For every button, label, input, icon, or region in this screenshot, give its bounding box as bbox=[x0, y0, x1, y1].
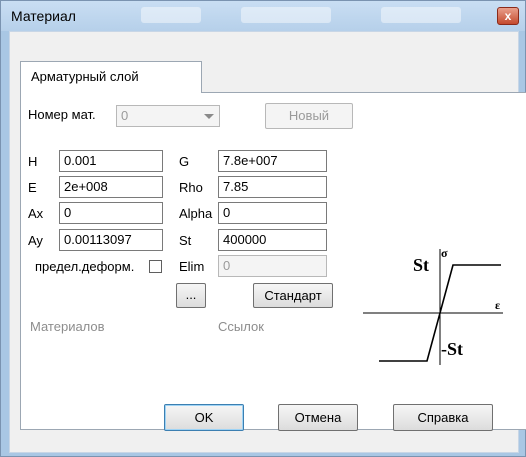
h-field[interactable]: 0.001 bbox=[59, 150, 163, 172]
sigma-label: σ bbox=[441, 246, 448, 260]
material-number-value: 0 bbox=[121, 108, 129, 123]
cancel-button[interactable]: Отмена bbox=[278, 404, 358, 431]
title-bar[interactable]: Материал x bbox=[1, 1, 525, 31]
material-number-select[interactable]: 0 bbox=[116, 105, 220, 127]
ax-field[interactable]: 0 bbox=[59, 202, 163, 224]
tab-label: Арматурный слой bbox=[31, 69, 139, 84]
background-blur bbox=[141, 7, 201, 23]
st-bottom-label: -St bbox=[441, 339, 463, 359]
tab-reinforcement-layer[interactable]: Арматурный слой bbox=[20, 61, 202, 93]
ay-field[interactable]: 0.00113097 bbox=[59, 229, 163, 251]
e-field[interactable]: 2e+008 bbox=[59, 176, 163, 198]
help-button[interactable]: Справка bbox=[393, 404, 493, 431]
chevron-down-icon bbox=[204, 114, 214, 119]
close-button[interactable]: x bbox=[497, 7, 519, 25]
new-material-button[interactable]: Новый bbox=[265, 103, 353, 129]
elim-field[interactable]: 0 bbox=[218, 255, 327, 277]
st-top-label: St bbox=[413, 255, 429, 275]
st-field[interactable]: 400000 bbox=[218, 229, 327, 251]
field-label-e: E bbox=[28, 180, 37, 195]
epsilon-label: ε bbox=[495, 298, 500, 312]
materials-status: Материалов bbox=[30, 319, 105, 334]
field-label-elim: Elim bbox=[179, 259, 205, 274]
rho-field[interactable]: 7.85 bbox=[218, 176, 327, 198]
material-dialog: Материал x Арматурный слой Номер мат. 0 … bbox=[0, 0, 526, 457]
field-label-alpha: Alpha bbox=[179, 206, 213, 221]
field-label-rho: Rho bbox=[179, 180, 203, 195]
dialog-client-area: Арматурный слой Номер мат. 0 Новый H 0.0… bbox=[9, 31, 526, 453]
background-blur bbox=[241, 7, 331, 23]
field-label-h: H bbox=[28, 154, 38, 169]
limit-deform-checkbox[interactable] bbox=[149, 260, 162, 273]
background-blur bbox=[381, 7, 461, 23]
close-icon: x bbox=[504, 9, 512, 23]
links-status: Ссылок bbox=[218, 319, 264, 334]
material-number-label: Номер мат. bbox=[28, 107, 96, 122]
field-label-g: G bbox=[179, 154, 190, 169]
field-label-ay: Ay bbox=[28, 233, 43, 248]
window-title: Материал bbox=[11, 8, 76, 24]
g-field[interactable]: 7.8e+007 bbox=[218, 150, 327, 172]
browse-button[interactable]: ... bbox=[176, 283, 206, 308]
field-label-st: St bbox=[179, 233, 192, 248]
tab-panel: Номер мат. 0 Новый H 0.001 G 7.8e+007 E … bbox=[20, 92, 526, 430]
field-label-ax: Ax bbox=[28, 206, 44, 221]
standard-button[interactable]: Стандарт bbox=[253, 283, 333, 308]
alpha-field[interactable]: 0 bbox=[218, 202, 327, 224]
ok-button[interactable]: OK bbox=[164, 404, 244, 431]
limit-deform-label: предел.деформ. bbox=[35, 259, 135, 274]
stress-strain-diagram: St σ ε -St bbox=[363, 246, 503, 365]
